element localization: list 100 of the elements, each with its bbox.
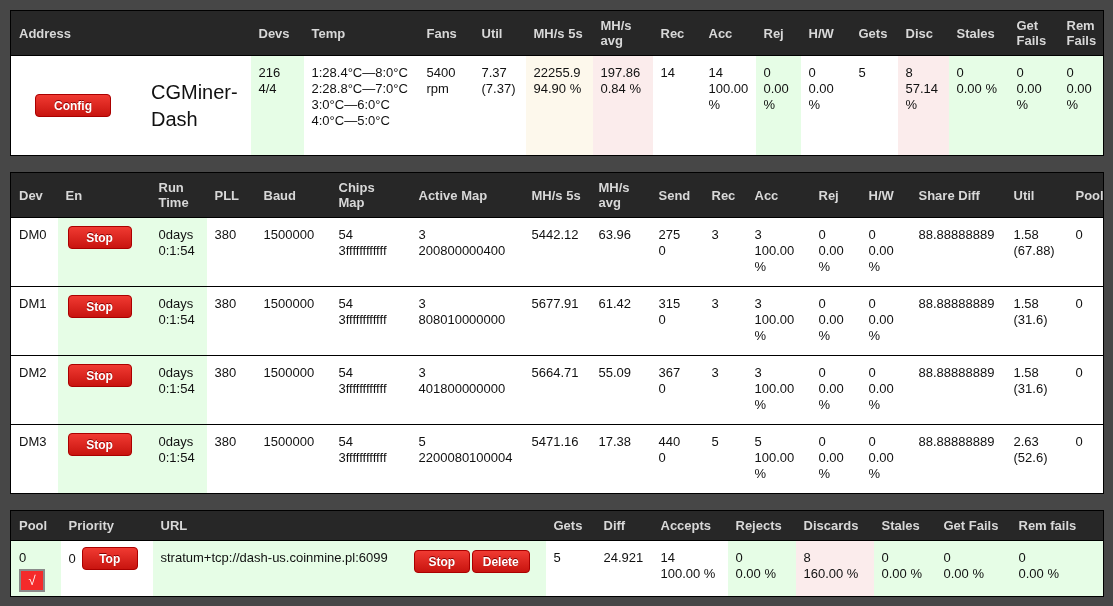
table-cell-text: 5 100.00 % xyxy=(754,434,796,482)
column-header: Disc xyxy=(897,10,949,56)
table-cell-text: 3 401800000000 xyxy=(418,365,507,397)
table-button[interactable]: Stop xyxy=(67,433,132,456)
table-cell-text: 5400 rpm xyxy=(426,65,457,97)
column-header: Rec xyxy=(703,172,747,218)
table-cell-text: 88.88888889 xyxy=(918,365,996,381)
table-cell-text: 14 100.00 % xyxy=(708,65,750,113)
column-header: En xyxy=(57,172,151,218)
table-button[interactable]: Stop xyxy=(413,550,470,573)
table-cell-text: 5 2200080100004 xyxy=(418,434,514,466)
table-cell-text: 14 100.00 % xyxy=(660,550,717,582)
table-button[interactable]: Stop xyxy=(67,226,132,249)
column-header: Rej xyxy=(810,172,861,218)
table-cell-text: 5 xyxy=(711,434,720,450)
table-cell-text: 3 200800000400 xyxy=(418,227,507,259)
table-cell-text: 0 0.00 % xyxy=(1066,65,1093,113)
table-cell-text: 440 0 xyxy=(658,434,682,466)
table-cell-text: 0 0.00 % xyxy=(763,65,790,113)
column-header: Gets xyxy=(850,10,898,56)
table-cell-text: 63.96 xyxy=(598,227,633,243)
column-header: Priority xyxy=(60,510,153,541)
table-cell-text: 0 0.00 % xyxy=(881,550,923,582)
table-cell-text: 0 0.00 % xyxy=(868,227,895,275)
table-cell-text: 0 0.00 % xyxy=(868,296,895,344)
table-cell-text: 0 0.00 % xyxy=(818,296,845,344)
table-cell-text: 0 xyxy=(1075,434,1084,450)
table-cell-text: DM3 xyxy=(19,434,48,450)
column-header: Dev xyxy=(10,172,58,218)
column-header: Fans xyxy=(418,10,474,56)
table-cell-text: 5 xyxy=(858,65,867,81)
column-header: Acc xyxy=(746,172,811,218)
miner-name: CGMiner-Dash xyxy=(151,79,239,132)
table-cell-text: 1500000 xyxy=(263,365,316,381)
table-cell-text: 0 xyxy=(19,550,28,566)
table-cell-text: 1:28.4°C—8:0°C 2:28.8°C—7:0°C 3:0°C—6:0°C 4:0°C—5:0°C xyxy=(311,65,409,129)
table-button[interactable]: Delete xyxy=(471,550,530,573)
table-cell-text: 88.88888889 xyxy=(918,227,996,243)
column-header: Stales xyxy=(873,510,936,541)
column-header: Baud xyxy=(255,172,331,218)
table-button[interactable]: Top xyxy=(81,547,138,570)
table-cell-text: 5442.12 xyxy=(531,227,580,243)
column-header: MH/s 5s xyxy=(525,10,593,56)
table-cell-text: 5 xyxy=(553,550,562,566)
table-cell-text: 3 100.00 % xyxy=(754,296,796,344)
column-header: Send xyxy=(650,172,704,218)
table-cell-text: 8 57.14 % xyxy=(905,65,940,113)
table-cell-text: 0 xyxy=(1075,227,1084,243)
table-cell-text: 24.921 xyxy=(603,550,645,566)
table-cell-text: 367 0 xyxy=(658,365,682,397)
column-header: Diff xyxy=(595,510,653,541)
column-header: Get Fails xyxy=(1008,10,1059,56)
column-header: Pool xyxy=(10,510,61,541)
table-cell-text: 0 0.00 % xyxy=(943,550,985,582)
table-cell-text: 216 4/4 xyxy=(258,65,282,97)
table-cell-text: 0 0.00 % xyxy=(818,365,845,413)
table-cell-text: 315 0 xyxy=(658,296,682,328)
table-cell-text: 3 100.00 % xyxy=(754,227,796,275)
table-button[interactable]: Stop xyxy=(67,295,132,318)
table-cell-text: 197.86 0.84 % xyxy=(600,65,642,97)
column-header: Pool xyxy=(1067,172,1104,218)
table-cell-text: 3 xyxy=(711,296,720,312)
table-cell-text: 8 160.00 % xyxy=(803,550,860,582)
table-cell-text: 0 0.00 % xyxy=(818,434,845,482)
table-cell-text: 0days 0:1:54 xyxy=(158,296,196,328)
table-cell-text: stratum+tcp://dash-us.coinmine.pl:6099 xyxy=(160,550,388,566)
column-header: Share Diff xyxy=(910,172,1006,218)
column-header: Temp xyxy=(303,10,419,56)
column-header: Util xyxy=(1005,172,1068,218)
table-cell-text: 5664.71 xyxy=(531,365,580,381)
table-cell-text: 1.58 (67.88) xyxy=(1013,227,1056,259)
table-cell-text: 380 xyxy=(214,365,238,381)
column-header: Accepts xyxy=(652,510,728,541)
column-header: MH/s 5s xyxy=(523,172,591,218)
column-header: Devs xyxy=(250,10,304,56)
table-cell-text: 55.09 xyxy=(598,365,633,381)
column-header: H/W xyxy=(860,172,911,218)
table-cell-text: 7.37 (7.37) xyxy=(481,65,517,97)
column-header: Run Time xyxy=(150,172,207,218)
column-header: Address xyxy=(10,10,251,56)
table-cell-text: 0 0.00 % xyxy=(808,65,835,113)
table-button[interactable]: Stop xyxy=(67,364,132,387)
table-cell-text: 3 xyxy=(711,227,720,243)
table-cell-text: 1500000 xyxy=(263,296,316,312)
table-cell-text: 5677.91 xyxy=(531,296,580,312)
column-header: Gets xyxy=(545,510,596,541)
table-cell-text: 0 0.00 % xyxy=(1018,550,1060,582)
table-cell-text: 0 0.00 % xyxy=(1016,65,1043,113)
column-header: Discards xyxy=(795,510,874,541)
checkbox[interactable]: √ xyxy=(19,569,45,592)
table-cell-text: 0 0.00 % xyxy=(956,65,998,97)
table-cell-text: 1.58 (31.6) xyxy=(1013,365,1049,397)
table-cell-text: 0 0.00 % xyxy=(818,227,845,275)
column-header: Rem fails xyxy=(1010,510,1104,541)
column-header: Rec xyxy=(652,10,701,56)
table-cell-text: 54 3ffffffffffff xyxy=(338,296,388,328)
table-button[interactable]: Config xyxy=(35,94,111,117)
column-header: Util xyxy=(473,10,526,56)
table-cell-text: 54 3ffffffffffff xyxy=(338,227,388,259)
column-header: Get Fails xyxy=(935,510,1011,541)
